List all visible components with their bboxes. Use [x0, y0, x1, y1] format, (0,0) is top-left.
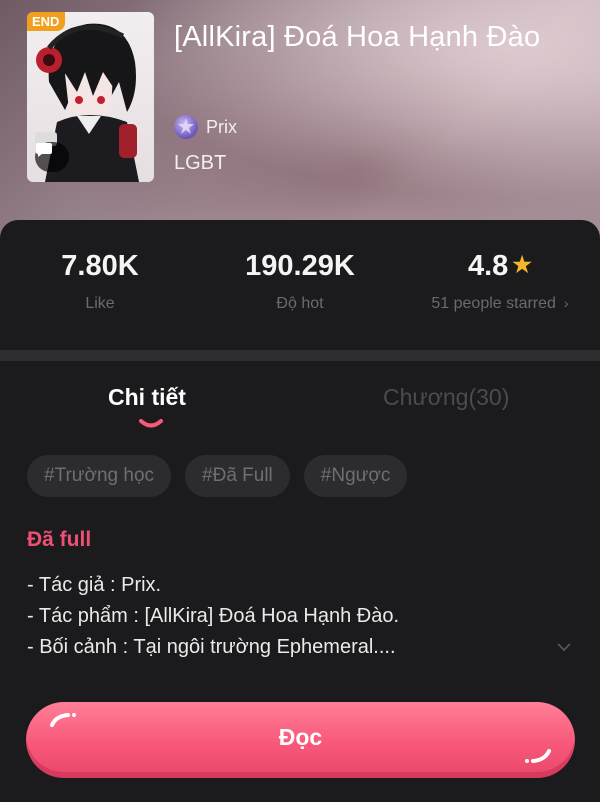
likes-label: Like	[85, 295, 115, 312]
description-line: - Tác phẩm : [AllKira] Đoá Hoa Hạnh Đào.	[27, 605, 400, 627]
rating-count-label: 51 people starred	[431, 295, 556, 312]
book-detail-sheet: 7.80K Like 190.29K Độ hot 4.8 ★ 51 people…	[0, 220, 600, 802]
button-gloss	[50, 713, 76, 727]
description-text: - Tác giả : Prix. - Tác phẩm : [AllKira]…	[27, 570, 547, 663]
comment-icon[interactable]	[35, 142, 69, 172]
status-title: Đã full	[27, 528, 92, 551]
tag-chip[interactable]: #Trường học	[27, 455, 172, 497]
author-name: Prix	[206, 116, 237, 137]
tag-chip[interactable]: #Đã Full	[185, 455, 290, 497]
author-row[interactable]: Prix	[174, 114, 237, 140]
button-gloss	[525, 749, 551, 763]
tag-list: #Trường học #Đã Full #Ngược	[27, 455, 408, 497]
author-avatar	[174, 115, 198, 139]
tag-chip[interactable]: #Ngược	[303, 455, 408, 497]
star-icon: ★	[512, 252, 533, 277]
book-header: END [AllKira] Đoá Hoa Hạnh Đào Prix LGBT	[0, 0, 600, 240]
tab-active-indicator	[139, 419, 163, 428]
book-cover[interactable]: END	[27, 12, 154, 182]
tab-chapters[interactable]: Chương(30)	[383, 384, 509, 411]
rating-value: 4.8	[467, 250, 509, 282]
chevron-right-icon: ›	[563, 295, 569, 311]
genre-label: LGBT	[174, 152, 227, 174]
read-button[interactable]: Đọc	[26, 702, 575, 778]
description-line: - Tác giả : Prix.	[27, 574, 162, 596]
hot-stat: 190.29K Độ hot	[220, 250, 380, 313]
hot-label: Độ hot	[276, 295, 324, 312]
read-button-label: Đọc	[278, 723, 323, 750]
section-divider	[0, 350, 600, 361]
end-badge: END	[27, 12, 66, 31]
likes-stat: 7.80K Like	[40, 250, 160, 313]
hot-value: 190.29K	[245, 250, 355, 282]
tab-detail[interactable]: Chi tiết	[108, 384, 186, 411]
description-line: - Bối cảnh : Tại ngôi trường Ephemeral..…	[27, 636, 396, 658]
rating-stat[interactable]: 4.8 ★ 51 people starred ›	[420, 250, 580, 313]
likes-value: 7.80K	[61, 250, 139, 282]
chevron-down-icon[interactable]	[556, 642, 572, 652]
book-title: [AllKira] Đoá Hoa Hạnh Đào	[174, 21, 541, 53]
